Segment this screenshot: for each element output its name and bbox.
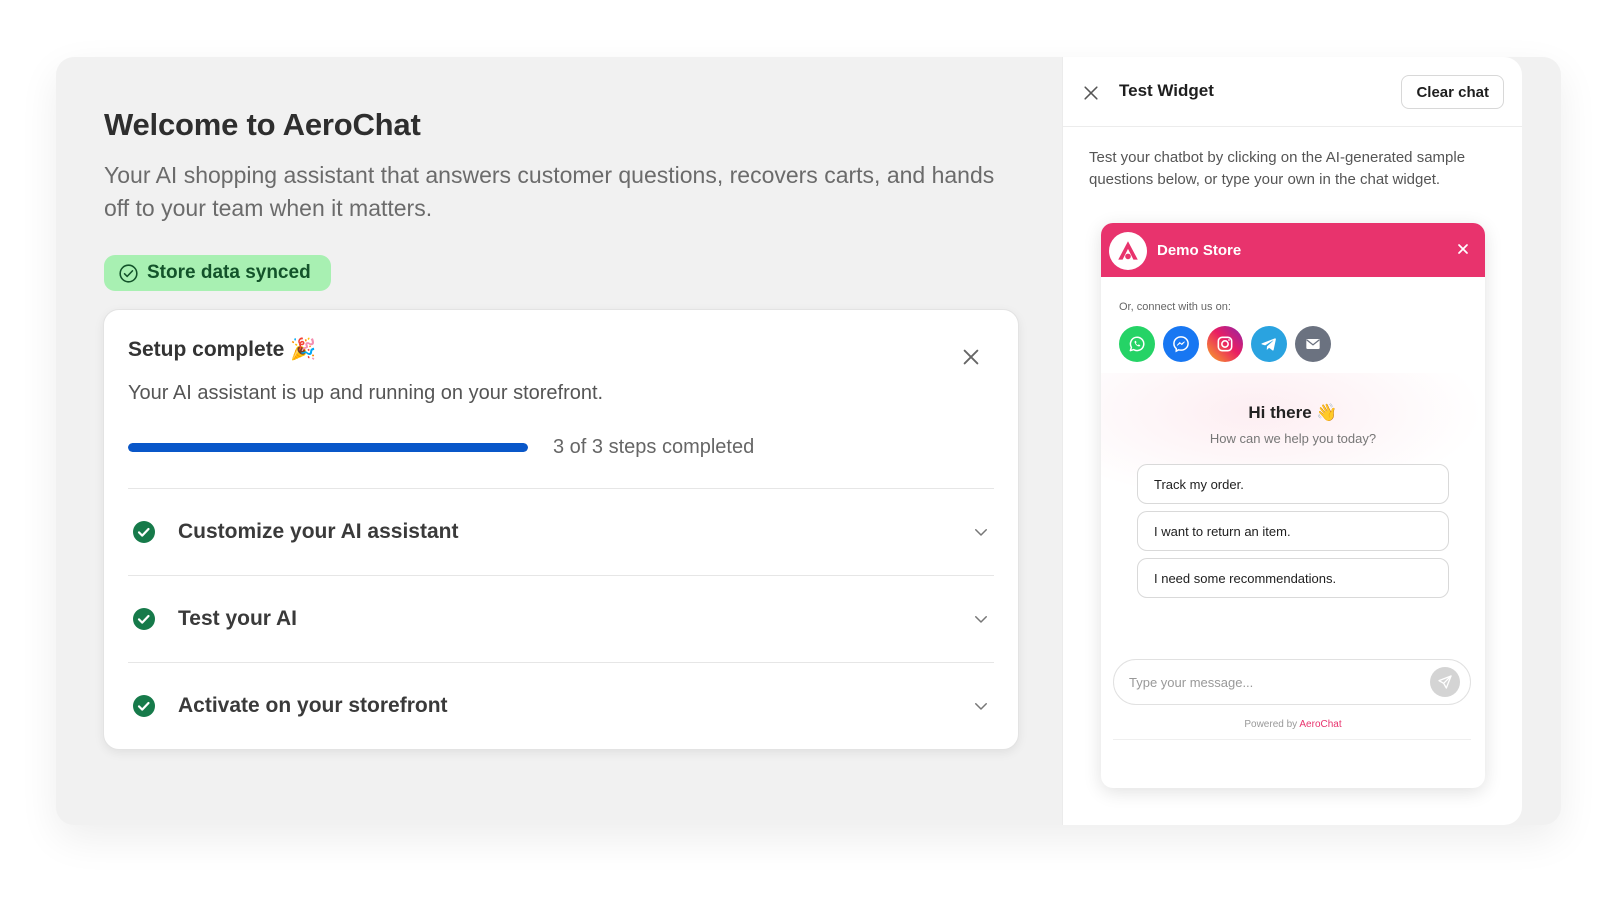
check-circle-icon xyxy=(133,695,155,717)
quick-reply-button[interactable]: I want to return an item. xyxy=(1137,511,1449,551)
divider xyxy=(1113,739,1471,740)
progress-fill xyxy=(128,443,528,452)
step-customize[interactable]: Customize your AI assistant xyxy=(128,488,994,575)
send-button[interactable] xyxy=(1430,667,1460,697)
clear-chat-button[interactable]: Clear chat xyxy=(1401,75,1504,109)
powered-prefix: Powered by xyxy=(1244,719,1298,730)
telegram-icon[interactable] xyxy=(1251,326,1287,362)
chat-widget: Demo Store Or, connect with us on: Hi th… xyxy=(1101,223,1485,788)
store-logo xyxy=(1109,232,1147,270)
status-badge: Store data synced xyxy=(104,255,331,291)
store-name: Demo Store xyxy=(1157,242,1242,259)
chevron-down-icon[interactable] xyxy=(972,523,990,541)
whatsapp-icon[interactable] xyxy=(1119,326,1155,362)
quick-replies: Track my order. I want to return an item… xyxy=(1137,464,1449,605)
messenger-icon[interactable] xyxy=(1163,326,1199,362)
setup-card: Setup complete 🎉 Your AI assistant is up… xyxy=(103,309,1019,750)
step-label: Activate on your storefront xyxy=(178,694,448,717)
message-input[interactable] xyxy=(1114,674,1430,690)
panel-header: Test Widget Clear chat xyxy=(1063,57,1522,127)
email-icon[interactable] xyxy=(1295,326,1331,362)
greeting-subtitle: How can we help you today? xyxy=(1209,431,1377,446)
step-test[interactable]: Test your AI xyxy=(128,575,994,662)
main-content: Welcome to AeroChat Your AI shopping ass… xyxy=(104,107,1024,291)
widget-header: Demo Store xyxy=(1101,223,1485,277)
close-icon[interactable] xyxy=(1455,241,1471,257)
page-subtitle: Your AI shopping assistant that answers … xyxy=(104,162,995,221)
instagram-icon[interactable] xyxy=(1207,326,1243,362)
progress-bar xyxy=(128,443,528,452)
connect-label: Or, connect with us on: xyxy=(1119,301,1231,313)
chevron-down-icon[interactable] xyxy=(972,697,990,715)
test-widget-panel: Test Widget Clear chat Test your chatbot… xyxy=(1062,57,1522,825)
quick-reply-button[interactable]: I need some recommendations. xyxy=(1137,558,1449,598)
status-badge-label: Store data synced xyxy=(147,262,311,283)
greeting-title: Hi there 👋 xyxy=(1248,403,1338,422)
page-title: Welcome to AeroChat xyxy=(104,107,421,142)
step-activate[interactable]: Activate on your storefront xyxy=(128,662,994,749)
check-circle-icon xyxy=(133,608,155,630)
progress-label: 3 of 3 steps completed xyxy=(553,436,755,458)
check-circle-icon xyxy=(119,263,138,283)
send-icon xyxy=(1438,675,1452,689)
panel-description: Test your chatbot by clicking on the AI-… xyxy=(1089,149,1466,188)
panel-title: Test Widget xyxy=(1119,81,1214,100)
step-label: Customize your AI assistant xyxy=(178,520,459,543)
social-links xyxy=(1119,326,1331,362)
close-icon[interactable] xyxy=(1081,83,1101,103)
quick-reply-button[interactable]: Track my order. xyxy=(1137,464,1449,504)
setup-description: Your AI assistant is up and running on y… xyxy=(128,382,604,404)
aerochat-logo-icon xyxy=(1118,241,1138,260)
close-icon[interactable] xyxy=(960,346,982,368)
chevron-down-icon[interactable] xyxy=(972,610,990,628)
check-circle-icon xyxy=(133,521,155,543)
message-composer xyxy=(1113,659,1471,705)
setup-title: Setup complete 🎉 xyxy=(128,338,317,361)
step-label: Test your AI xyxy=(178,607,298,630)
steps-list: Customize your AI assistant Test your AI… xyxy=(128,488,994,749)
powered-by: Powered by AeroChat xyxy=(1101,719,1485,730)
powered-brand-link[interactable]: AeroChat xyxy=(1299,719,1341,730)
